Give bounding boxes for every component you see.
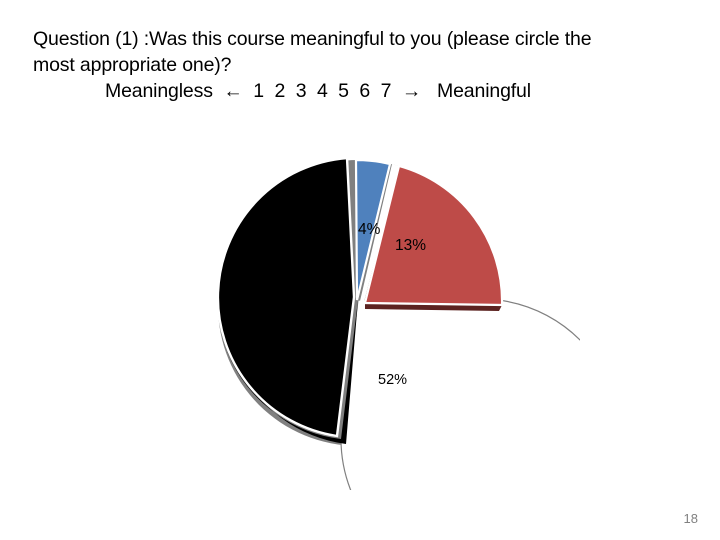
rating-scale: Meaningless ← 1 2 3 4 5 6 7 → Meaningful — [105, 80, 531, 102]
pie-slice-white-52 — [340, 299, 580, 490]
pie-chart-graphic — [216, 156, 580, 490]
question-scale-line: Meaningless ← 1 2 3 4 5 6 7 → Meaningful — [33, 78, 693, 104]
pie-label-red: 13% — [395, 237, 427, 254]
question-line-2: most appropriate one)? — [33, 54, 232, 76]
pie-label-white: 52% — [378, 372, 408, 388]
question-line-1: Question (1) :Was this course meaningful… — [33, 28, 592, 50]
question-text-block: Question (1) :Was this course meaningful… — [33, 26, 693, 104]
pie-chart: 4% 13% 52% — [150, 130, 580, 490]
slide-canvas: Question (1) :Was this course meaningful… — [0, 0, 720, 540]
page-number: 18 — [683, 511, 698, 526]
pie-label-blue: 4% — [358, 221, 381, 238]
pie-slice-black — [216, 156, 356, 438]
